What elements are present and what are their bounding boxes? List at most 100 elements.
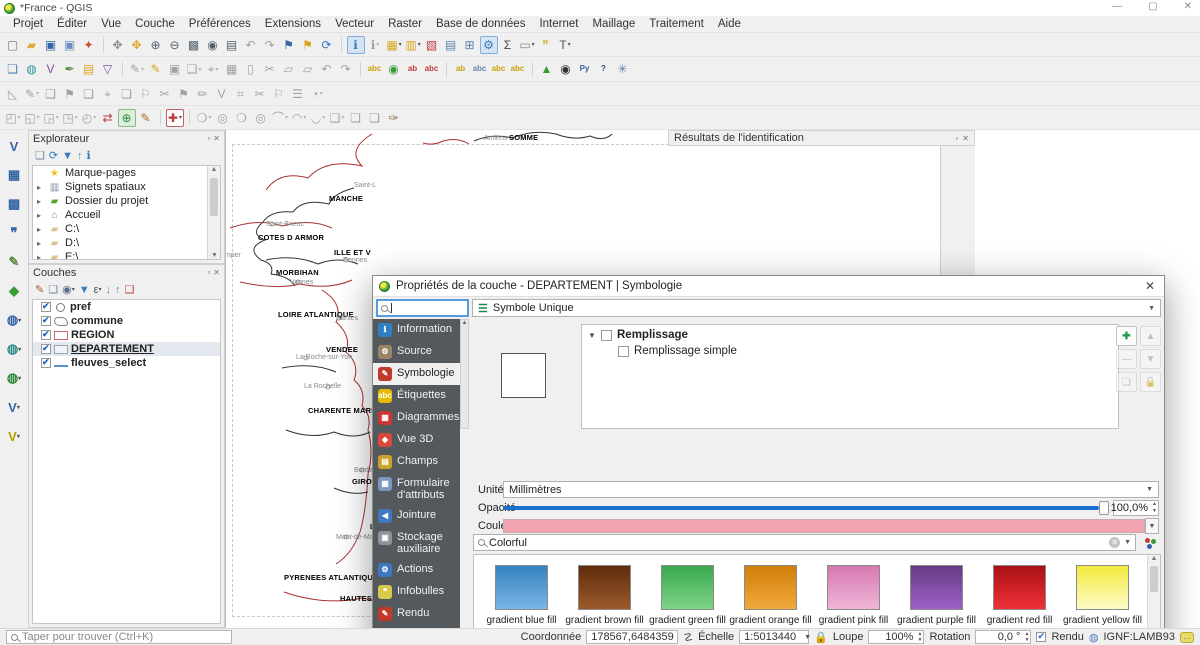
toolbar-icon[interactable]: ◉ — [385, 60, 403, 78]
toolbar-icon[interactable]: ◡▾ — [309, 109, 327, 127]
toolbar-icon[interactable]: ▣ — [42, 36, 60, 54]
menu-item[interactable]: Internet — [532, 18, 585, 30]
toolbar-icon[interactable]: ↷ — [261, 36, 279, 54]
fill-color-swatch[interactable] — [503, 519, 1145, 533]
symbol-tree-button[interactable]: ✚ — [1116, 326, 1137, 346]
layer-visibility-checkbox[interactable] — [41, 344, 51, 354]
expand-arrow-icon[interactable]: ▸ — [37, 197, 44, 206]
browser-tool-icon[interactable]: ❏ — [35, 149, 45, 162]
toolbar-icon[interactable]: ❍ — [233, 109, 251, 127]
toolbar-icon[interactable]: ⚙ — [480, 36, 498, 54]
close-panel-icon[interactable]: ✕ — [962, 134, 969, 143]
properties-tab[interactable]: ⚙ Actions — [373, 559, 460, 581]
symbol-layer-checkbox[interactable] — [618, 346, 629, 357]
toolbar-icon[interactable]: ⊞ — [461, 36, 479, 54]
datasource-icon[interactable]: V▾ — [3, 397, 25, 417]
menu-item[interactable]: Projet — [6, 18, 50, 30]
toolbar-icon[interactable]: ab — [404, 60, 422, 78]
messages-icon[interactable]: … — [1180, 632, 1194, 643]
datasource-icon[interactable]: ▦ — [3, 165, 25, 185]
toolbar-icon[interactable]: T▾ — [556, 36, 574, 54]
toolbar-icon[interactable]: abc — [471, 60, 489, 78]
crs-status[interactable]: IGNF:LAMB93 — [1103, 631, 1175, 643]
toolbar-icon[interactable]: ℹ▾ — [366, 36, 384, 54]
toolbar-icon[interactable]: ▰ — [23, 36, 41, 54]
toolbar-icon[interactable]: ⊕ — [118, 109, 136, 127]
unit-select[interactable]: Millimètres ▼ — [503, 481, 1159, 498]
toolbar-icon[interactable]: ? — [595, 60, 613, 78]
toolbar-icon[interactable]: ❏▾ — [328, 109, 346, 127]
toolbar-icon[interactable]: ▤ — [80, 60, 98, 78]
datasource-icon[interactable]: ◍▾ — [3, 339, 25, 359]
toolbar-icon[interactable]: ▯ — [242, 60, 260, 78]
toolbar-icon[interactable]: ⌗ — [232, 85, 250, 103]
expand-arrow-icon[interactable]: ▸ — [37, 253, 44, 261]
toolbar-icon[interactable]: ✂ — [261, 60, 279, 78]
menu-item[interactable]: Aide — [711, 18, 748, 30]
toolbar-icon[interactable]: ✥ — [109, 36, 127, 54]
datasource-icon[interactable]: ◆ — [3, 281, 25, 301]
toolbar-icon[interactable]: V — [213, 85, 231, 103]
layers-tool-icon[interactable]: ❏ — [125, 283, 135, 296]
toolbar-icon[interactable]: ▦ — [223, 60, 241, 78]
toolbar-icon[interactable]: ✏ — [194, 85, 212, 103]
toolbar-icon[interactable]: ▢ — [4, 36, 22, 54]
toolbar-icon[interactable]: ❍▾ — [195, 109, 213, 127]
menu-item[interactable]: Vue — [94, 18, 128, 30]
float-panel-icon[interactable]: ▫ — [207, 134, 210, 143]
layer-visibility-checkbox[interactable] — [41, 316, 51, 326]
toolbar-icon[interactable]: ↶ — [242, 36, 260, 54]
toolbar-icon[interactable] — [341, 37, 342, 52]
properties-tab[interactable]: ◀ Jointure — [373, 505, 460, 527]
browser-tree-item[interactable]: ▸ ▰ E:\ — [33, 250, 220, 260]
layers-tool-icon[interactable]: ↓ — [106, 284, 112, 296]
toolbar-icon[interactable]: ✎ — [137, 109, 155, 127]
toolbar-icon[interactable]: ⊖ — [166, 36, 184, 54]
symbol-tree-button[interactable]: ❏ — [1116, 372, 1137, 392]
toolbar-icon[interactable]: ▥▾ — [404, 36, 422, 54]
properties-tab[interactable]: ⚙ Source — [373, 341, 460, 363]
toolbar-icon[interactable]: ✎▾ — [23, 85, 41, 103]
symbol-checkbox[interactable] — [601, 330, 612, 341]
datasource-icon[interactable]: V — [3, 136, 25, 156]
menu-item[interactable]: Traitement — [642, 18, 711, 30]
properties-tab[interactable]: ✎ Symbologie — [373, 363, 460, 385]
menu-item[interactable]: Maillage — [585, 18, 642, 30]
toolbar-icon[interactable]: abc — [509, 60, 527, 78]
tab-list-scrollbar[interactable]: ▲ — [460, 319, 469, 429]
expand-arrow-icon[interactable]: ▸ — [37, 239, 44, 248]
properties-search-input[interactable] — [376, 299, 469, 317]
toolbar-icon[interactable]: Py — [576, 60, 594, 78]
lock-scale-icon[interactable]: 🔒 — [814, 631, 828, 644]
properties-tab[interactable]: ℹ Information — [373, 319, 460, 341]
toolbar-icon[interactable]: ✒ — [61, 60, 79, 78]
toolbar-icon[interactable] — [532, 62, 533, 77]
toolbar-icon[interactable]: ◍ — [23, 60, 41, 78]
toolbar-icon[interactable]: ▤ — [223, 36, 241, 54]
layer-visibility-checkbox[interactable] — [41, 330, 51, 340]
toolbar-icon[interactable]: ⌖▾ — [204, 60, 222, 78]
symbol-tree-button[interactable]: — — [1116, 349, 1137, 369]
toolbar-icon[interactable]: ⚐ — [270, 85, 288, 103]
toolbar-icon[interactable]: ✦ — [80, 36, 98, 54]
scale-select[interactable]: 1:5013440▼ — [739, 630, 809, 644]
maximize-button[interactable]: ▢ — [1148, 1, 1157, 12]
close-button[interactable]: ✕ — [1184, 1, 1192, 12]
toolbar-icon[interactable]: ◳▾ — [61, 109, 79, 127]
toolbar-icon[interactable]: ▦▾ — [385, 36, 403, 54]
toolbar-icon[interactable]: ◰▾ — [4, 109, 22, 127]
browser-tree-item[interactable]: ▸ ⌂ Accueil — [33, 208, 220, 222]
toolbar-icon[interactable] — [122, 62, 123, 77]
clear-search-icon[interactable]: ✕ — [1109, 537, 1120, 548]
toolbar-icon[interactable]: ↶ — [318, 60, 336, 78]
datasource-icon[interactable]: ✎ — [3, 252, 25, 272]
menu-item[interactable]: Extensions — [258, 18, 328, 30]
toolbar-icon[interactable]: ✑ — [385, 109, 403, 127]
toolbar-icon[interactable]: ⇄ — [99, 109, 117, 127]
layer-visibility-checkbox[interactable] — [41, 358, 51, 368]
toolbar-icon[interactable]: ▣ — [166, 60, 184, 78]
browser-tree-item[interactable]: ▸ ▰ D:\ — [33, 236, 220, 250]
browser-tree-item[interactable]: ★ Marque-pages — [33, 166, 220, 180]
browser-tool-icon[interactable]: ↑ — [77, 150, 83, 162]
toolbar-icon[interactable]: ✂ — [156, 85, 174, 103]
